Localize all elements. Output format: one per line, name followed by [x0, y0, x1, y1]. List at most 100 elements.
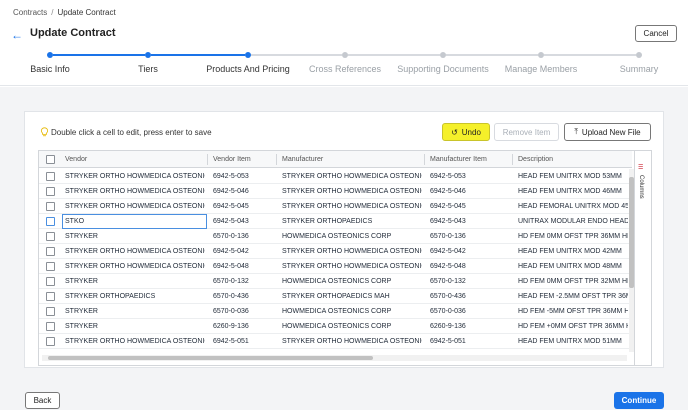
table-cell[interactable]: 6942-5-046: [213, 184, 275, 199]
step-label[interactable]: Cross References: [309, 64, 381, 74]
table-cell[interactable]: STRYKER: [65, 274, 205, 289]
column-divider[interactable]: [207, 154, 208, 165]
row-checkbox[interactable]: [46, 337, 55, 346]
table-cell[interactable]: STRYKER ORTHOPAEDICS MAH: [282, 289, 422, 304]
table-cell[interactable]: STRYKER ORTHO HOWMEDICA OSTEONICS: [282, 334, 422, 349]
table-cell[interactable]: HEAD FEM UNITRX MOD 51MM: [518, 334, 628, 349]
table-row[interactable]: STRYKER 6570-0-132 HOWMEDICA OSTEONICS COR…: [39, 274, 632, 289]
table-cell[interactable]: HOWMEDICA OSTEONICS CORP: [282, 304, 422, 319]
table-cell[interactable]: STKO: [65, 214, 205, 229]
table-cell[interactable]: STRYKER: [65, 319, 205, 334]
row-checkbox[interactable]: [46, 217, 55, 226]
horizontal-scrollbar[interactable]: [42, 355, 627, 361]
back-button[interactable]: Back: [25, 392, 60, 409]
step-label[interactable]: Products And Pricing: [206, 64, 290, 74]
table-row[interactable]: STKO 6942-5-043 STRYKER ORTHOPAEDICS 6942-5…: [39, 214, 632, 229]
continue-button[interactable]: Continue: [614, 392, 664, 409]
table-cell[interactable]: HEAD FEM UNITRX MOD 46MM: [518, 184, 628, 199]
table-cell[interactable]: HEAD FEM UNITRX MOD 42MM: [518, 244, 628, 259]
upload-new-file-button[interactable]: ⤒ Upload New File: [564, 123, 651, 141]
table-cell[interactable]: UNITRAX MODULAR ENDO HEAD 43M: [518, 214, 628, 229]
cancel-button[interactable]: Cancel: [635, 25, 677, 42]
table-row[interactable]: STRYKER ORTHO HOWMEDICA OSTEONICS 6942-5-…: [39, 244, 632, 259]
table-cell[interactable]: HEAD FEM -2.5MM OFST TPR 36MM H: [518, 289, 628, 304]
select-all-checkbox[interactable]: [46, 155, 55, 164]
table-cell[interactable]: STRYKER ORTHO HOWMEDICA OSTEONICS: [282, 244, 422, 259]
table-row[interactable]: STRYKER ORTHOPAEDICS 6570-0-436 STRYKER OR…: [39, 289, 632, 304]
table-cell[interactable]: 6942-5-045: [430, 199, 510, 214]
row-checkbox[interactable]: [46, 202, 55, 211]
table-cell[interactable]: HEAD FEM UNITRX MOD 53MM: [518, 169, 628, 184]
table-cell[interactable]: 6570-0-036: [430, 304, 510, 319]
table-cell[interactable]: STRYKER ORTHO HOWMEDICA OSTEONICS: [282, 184, 422, 199]
table-cell[interactable]: STRYKER ORTHO HOWMEDICA OSTEONICS: [282, 169, 422, 184]
table-cell[interactable]: 6942-5-042: [430, 244, 510, 259]
table-cell[interactable]: HEAD FEM UNITRX MOD 48MM: [518, 259, 628, 274]
table-cell[interactable]: STRYKER ORTHOPAEDICS: [65, 289, 205, 304]
step-label[interactable]: Supporting Documents: [397, 64, 489, 74]
table-cell[interactable]: HD FEM -5MM OFST TPR 36MM HIP: [518, 304, 628, 319]
table-row[interactable]: STRYKER ORTHO HOWMEDICA OSTEONICS 6942-5-…: [39, 169, 632, 184]
table-cell[interactable]: 6942-5-051: [430, 334, 510, 349]
table-cell[interactable]: STRYKER ORTHO HOWMEDICA OSTEONICS: [65, 169, 205, 184]
row-checkbox[interactable]: [46, 187, 55, 196]
column-divider[interactable]: [424, 154, 425, 165]
step-label[interactable]: Basic Info: [30, 64, 70, 74]
step-label[interactable]: Tiers: [138, 64, 158, 74]
table-row[interactable]: STRYKER ORTHO HOWMEDICA OSTEONICS 6942-5-…: [39, 199, 632, 214]
row-checkbox[interactable]: [46, 277, 55, 286]
columns-tab-label[interactable]: Columns: [638, 175, 644, 199]
column-header-manufacturer[interactable]: Manufacturer: [282, 151, 323, 168]
table-cell[interactable]: 6942-5-045: [213, 199, 275, 214]
undo-button[interactable]: ↺ Undo: [442, 123, 490, 141]
table-cell[interactable]: 6570-0-132: [213, 274, 275, 289]
table-cell[interactable]: 6570-0-436: [430, 289, 510, 304]
column-header-vendor-item[interactable]: Vendor Item: [213, 151, 251, 168]
horizontal-scrollbar-thumb[interactable]: [48, 356, 373, 360]
table-cell[interactable]: STRYKER ORTHO HOWMEDICA OSTEONICS: [282, 259, 422, 274]
column-divider[interactable]: [276, 154, 277, 165]
table-cell[interactable]: 6570-0-132: [430, 274, 510, 289]
table-cell[interactable]: STRYKER ORTHO HOWMEDICA OSTEONICS: [65, 259, 205, 274]
column-divider[interactable]: [512, 154, 513, 165]
table-cell[interactable]: STRYKER ORTHO HOWMEDICA OSTEONICS: [282, 199, 422, 214]
table-row[interactable]: STRYKER ORTHO HOWMEDICA OSTEONICS 6942-5-…: [39, 259, 632, 274]
table-cell[interactable]: 6570-0-136: [213, 229, 275, 244]
step-label[interactable]: Summary: [620, 64, 659, 74]
table-cell[interactable]: STRYKER ORTHO HOWMEDICA OSTEONICS: [65, 184, 205, 199]
table-cell[interactable]: 6942-5-048: [430, 259, 510, 274]
row-checkbox[interactable]: [46, 322, 55, 331]
row-checkbox[interactable]: [46, 247, 55, 256]
breadcrumb-contracts-link[interactable]: Contracts: [13, 8, 47, 17]
column-header-manufacturer-item[interactable]: Manufacturer Item: [430, 151, 487, 168]
table-row[interactable]: STRYKER ORTHO HOWMEDICA OSTEONICS 6942-5-…: [39, 334, 632, 349]
table-cell[interactable]: HOWMEDICA OSTEONICS CORP: [282, 319, 422, 334]
table-row[interactable]: STRYKER 6570-0-036 HOWMEDICA OSTEONICS COR…: [39, 304, 632, 319]
table-cell[interactable]: 6942-5-053: [213, 169, 275, 184]
table-cell[interactable]: STRYKER ORTHO HOWMEDICA OSTEONICS: [65, 199, 205, 214]
table-cell[interactable]: 6570-0-036: [213, 304, 275, 319]
table-cell[interactable]: STRYKER ORTHOPAEDICS: [282, 214, 422, 229]
table-cell[interactable]: 6570-0-136: [430, 229, 510, 244]
table-cell[interactable]: 6942-5-048: [213, 259, 275, 274]
table-cell[interactable]: HD FEM 0MM OFST TPR 32MM HIP: [518, 274, 628, 289]
row-checkbox[interactable]: [46, 262, 55, 271]
table-cell[interactable]: STRYKER: [65, 304, 205, 319]
row-checkbox[interactable]: [46, 172, 55, 181]
columns-side-panel[interactable]: ☰ Columns: [634, 151, 651, 365]
column-header-description[interactable]: Description: [518, 151, 553, 168]
table-row[interactable]: STRYKER 6260-9-136 HOWMEDICA OSTEONICS COR…: [39, 319, 632, 334]
table-cell[interactable]: STRYKER: [65, 229, 205, 244]
table-row[interactable]: STRYKER 6570-0-136 HOWMEDICA OSTEONICS COR…: [39, 229, 632, 244]
table-row[interactable]: STRYKER ORTHO HOWMEDICA OSTEONICS 6942-5-…: [39, 184, 632, 199]
table-cell[interactable]: STRYKER ORTHO HOWMEDICA OSTEONICS: [65, 244, 205, 259]
step-label[interactable]: Manage Members: [505, 64, 578, 74]
table-cell[interactable]: HD FEM 0MM OFST TPR 36MM HIP: [518, 229, 628, 244]
column-header-vendor[interactable]: Vendor: [65, 151, 87, 168]
table-cell[interactable]: 6942-5-051: [213, 334, 275, 349]
table-cell[interactable]: HOWMEDICA OSTEONICS CORP: [282, 274, 422, 289]
table-cell[interactable]: HOWMEDICA OSTEONICS CORP: [282, 229, 422, 244]
table-cell[interactable]: 6570-0-436: [213, 289, 275, 304]
remove-item-button[interactable]: Remove Item: [494, 123, 559, 141]
table-cell[interactable]: 6260-9-136: [430, 319, 510, 334]
